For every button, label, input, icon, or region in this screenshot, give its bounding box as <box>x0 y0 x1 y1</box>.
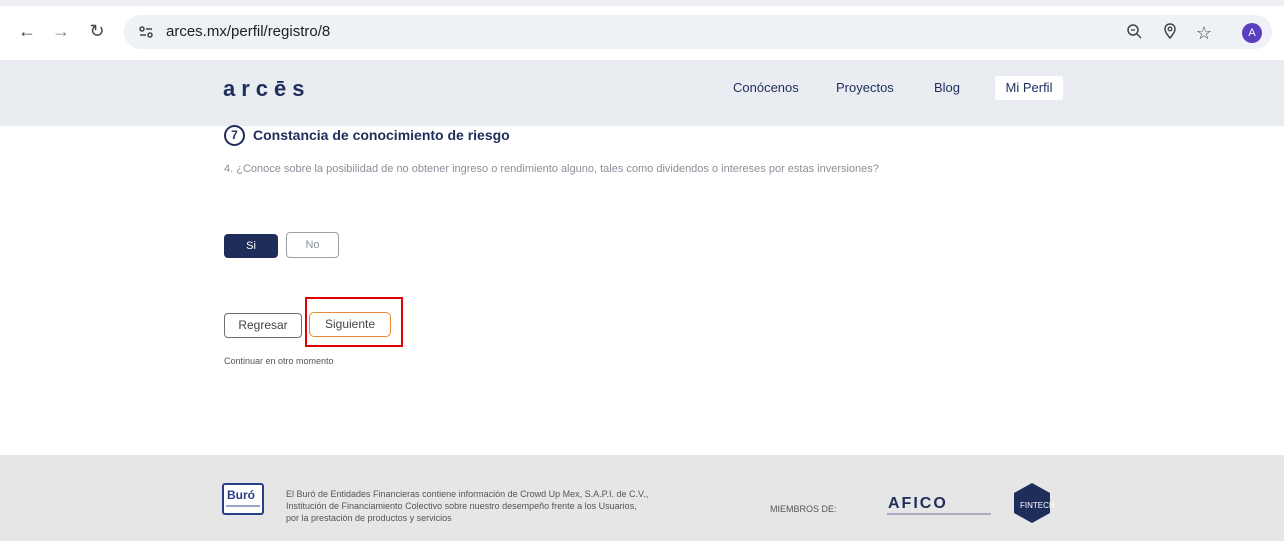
site-header: arcēs Conócenos Proyectos Blog Mi Perfil <box>0 60 1284 126</box>
nav-proyectos[interactable]: Proyectos <box>836 80 894 95</box>
nav-blog[interactable]: Blog <box>934 80 960 95</box>
question-text: 4. ¿Conoce sobre la posibilidad de no ob… <box>224 163 879 175</box>
site-settings-icon[interactable] <box>138 24 154 40</box>
site-footer: Buró El Buró de Entidades Financieras co… <box>0 455 1284 541</box>
back-button[interactable]: Regresar <box>224 313 302 338</box>
buro-disclaimer: El Buró de Entidades Financieras contien… <box>286 489 649 523</box>
nav-conocenos[interactable]: Conócenos <box>733 80 799 95</box>
location-icon[interactable] <box>1160 23 1180 43</box>
option-no-button[interactable]: No <box>286 232 339 258</box>
step-number-badge: 7 <box>224 125 245 146</box>
members-label: MIEMBROS DE: <box>770 504 837 514</box>
back-icon[interactable]: ← <box>16 20 38 42</box>
afico-logo[interactable]: AFICO <box>888 495 948 513</box>
address-bar[interactable]: arces.mx/perfil/registro/8 ☆ <box>124 15 1272 49</box>
step-title: Constancia de conocimiento de riesgo <box>253 127 510 143</box>
reload-icon[interactable]: ↻ <box>86 20 108 42</box>
buro-logo[interactable]: Buró <box>222 483 264 515</box>
zoom-icon[interactable] <box>1124 23 1144 43</box>
browser-toolbar: ← → ↻ arces.mx/perfil/registro/8 ☆ A <box>0 0 1284 60</box>
profile-avatar[interactable]: A <box>1242 23 1262 43</box>
highlight-box <box>305 297 403 347</box>
option-yes-button[interactable]: Si <box>224 234 278 258</box>
bookmark-star-icon[interactable]: ☆ <box>1194 23 1214 43</box>
forward-icon[interactable]: → <box>50 20 72 42</box>
tab-strip <box>0 0 1284 6</box>
arces-logo[interactable]: arcēs <box>223 76 311 102</box>
continue-later-link[interactable]: Continuar en otro momento <box>224 356 334 366</box>
url-text[interactable]: arces.mx/perfil/registro/8 <box>166 23 330 40</box>
nav-mi-perfil[interactable]: Mi Perfil <box>995 76 1063 100</box>
